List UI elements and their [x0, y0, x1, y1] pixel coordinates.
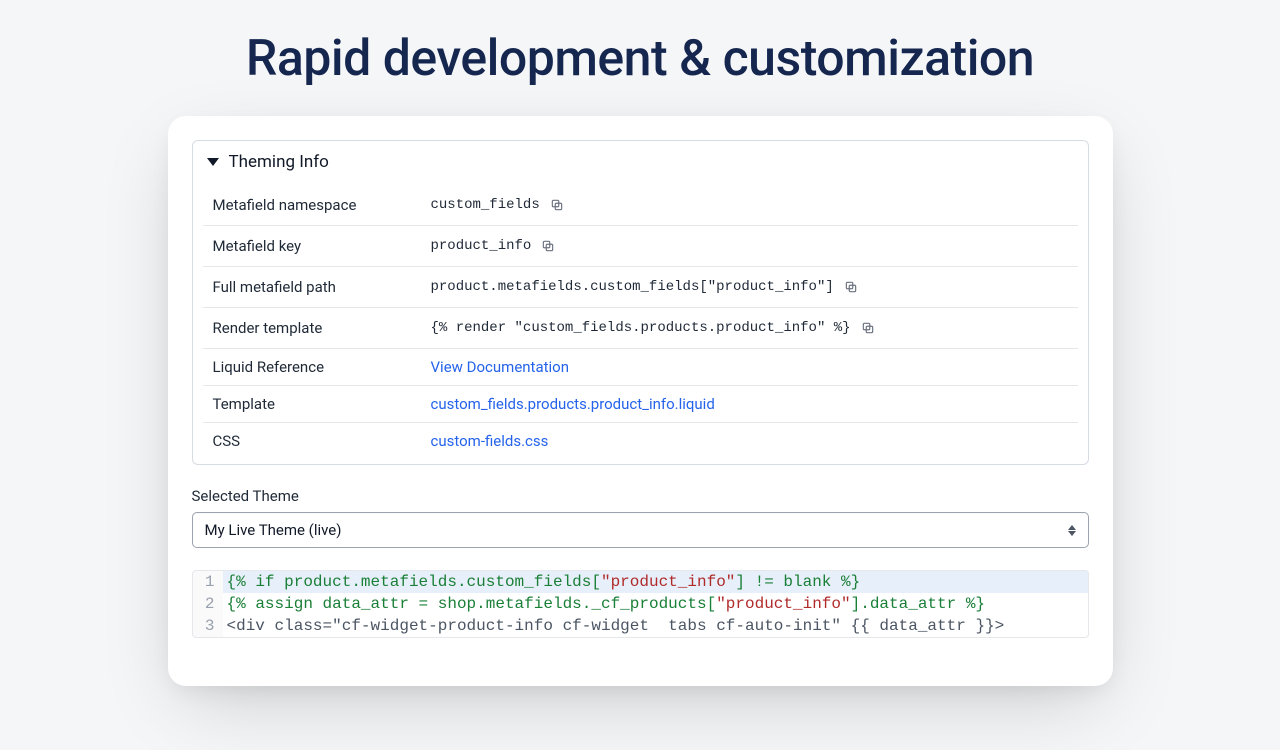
theme-select-value: My Live Theme (live) — [205, 521, 342, 539]
row-label: Liquid Reference — [213, 358, 431, 376]
line-number: 2 — [193, 593, 223, 615]
copy-icon[interactable] — [541, 239, 555, 253]
row-full-metafield-path: Full metafield path product.metafields.c… — [203, 266, 1078, 307]
row-label: Full metafield path — [213, 278, 431, 296]
code-line-2: 2 {% assign data_attr = shop.metafields.… — [193, 593, 1088, 615]
copy-icon[interactable] — [844, 280, 858, 294]
row-template: Template custom_fields.products.product_… — [203, 385, 1078, 422]
line-number: 1 — [193, 571, 223, 593]
template-file-link[interactable]: custom_fields.products.product_info.liqu… — [431, 395, 715, 413]
copy-icon[interactable] — [550, 198, 564, 212]
row-metafield-namespace: Metafield namespace custom_fields — [203, 185, 1078, 225]
theming-info-panel: Theming Info Metafield namespace custom_… — [192, 140, 1089, 465]
namespace-value: custom_fields — [431, 197, 540, 213]
code-editor[interactable]: 1 {% if product.metafields.custom_fields… — [192, 570, 1089, 638]
render-value: {% render "custom_fields.products.produc… — [431, 320, 851, 336]
disclosure-triangle-icon — [207, 158, 219, 166]
key-value: product_info — [431, 238, 532, 254]
page-title: Rapid development & customization — [0, 30, 1280, 88]
code-line-3: 3 <div class="cf-widget-product-info cf-… — [193, 615, 1088, 637]
row-render-template: Render template {% render "custom_fields… — [203, 307, 1078, 348]
theme-select[interactable]: My Live Theme (live) — [192, 512, 1089, 548]
row-label: Metafield key — [213, 237, 431, 255]
main-card: Theming Info Metafield namespace custom_… — [168, 116, 1113, 686]
css-file-link[interactable]: custom-fields.css — [431, 432, 549, 450]
row-metafield-key: Metafield key product_info — [203, 225, 1078, 266]
row-liquid-reference: Liquid Reference View Documentation — [203, 348, 1078, 385]
row-label: CSS — [213, 432, 431, 450]
path-value: product.metafields.custom_fields["produc… — [431, 279, 834, 295]
panel-title: Theming Info — [229, 152, 329, 172]
row-label: Metafield namespace — [213, 196, 431, 214]
select-caret-icon — [1068, 525, 1076, 536]
code-line-1: 1 {% if product.metafields.custom_fields… — [193, 571, 1088, 593]
row-label: Template — [213, 395, 431, 413]
row-css: CSS custom-fields.css — [203, 422, 1078, 464]
line-number: 3 — [193, 615, 223, 637]
copy-icon[interactable] — [861, 321, 875, 335]
selected-theme-label: Selected Theme — [192, 487, 1089, 505]
row-label: Render template — [213, 319, 431, 337]
panel-header[interactable]: Theming Info — [193, 141, 1088, 183]
view-documentation-link[interactable]: View Documentation — [431, 358, 570, 376]
